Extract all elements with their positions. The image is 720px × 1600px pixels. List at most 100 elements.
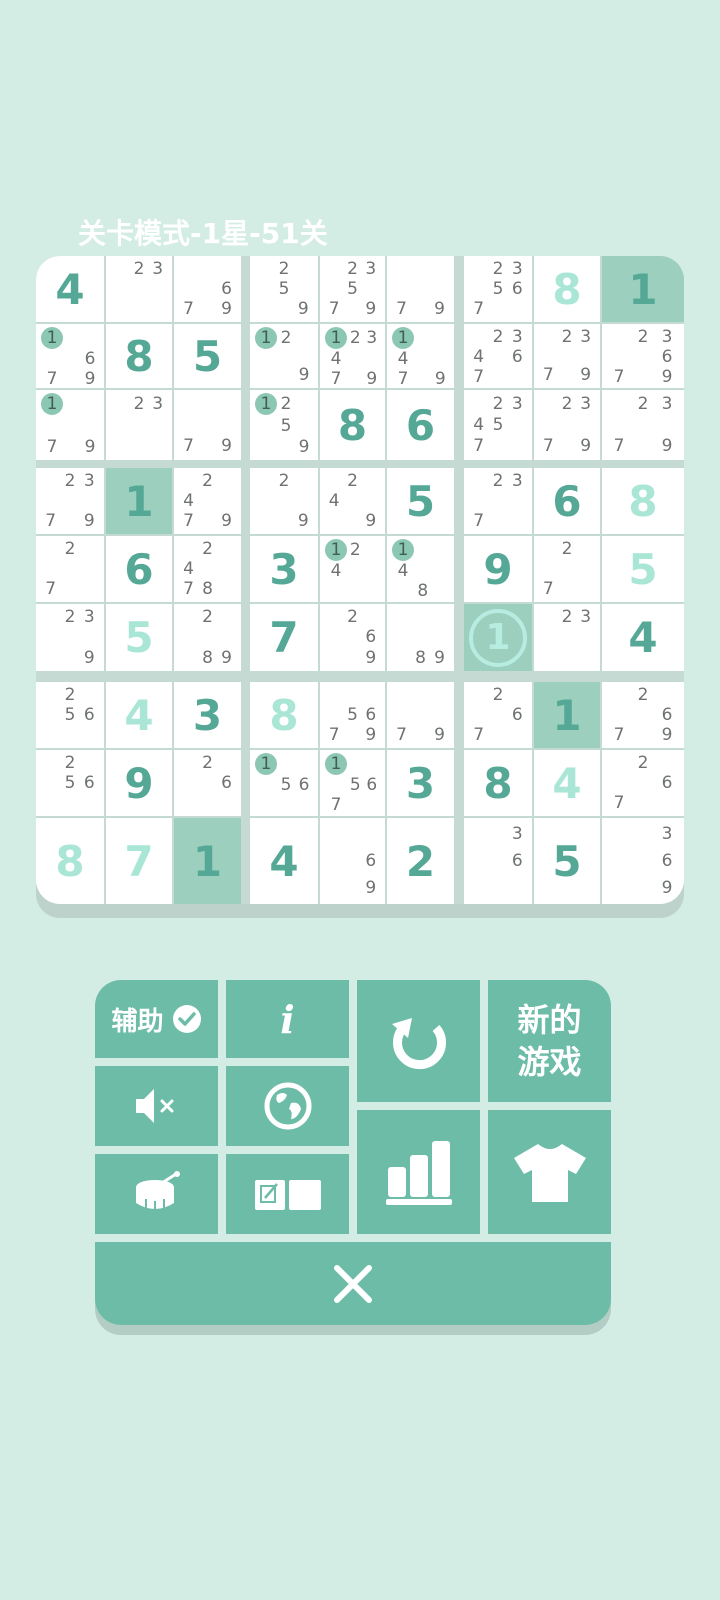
sudoku-cell[interactable]: 247 9 [174, 468, 241, 534]
sudoku-cell[interactable]: 3 [387, 750, 454, 816]
sudoku-cell[interactable]: 259 [250, 256, 318, 322]
music-button[interactable] [95, 1154, 218, 1234]
sudoku-cell[interactable]: 2 89 [174, 604, 241, 671]
sudoku-cell[interactable]: 2 [387, 818, 454, 904]
sudoku-cell[interactable]: 8 [464, 750, 532, 816]
sudoku-cell[interactable]: 6 [387, 390, 454, 460]
sudoku-cell[interactable]: 5 [387, 468, 454, 534]
sudoku-cell[interactable]: 27 [36, 536, 104, 602]
sudoku-cell[interactable]: 7 [250, 604, 318, 671]
sudoku-cell[interactable]: 26 7 [464, 682, 532, 748]
theme-button[interactable] [488, 1110, 611, 1234]
sudoku-cell[interactable]: 23 7 9 [534, 324, 600, 388]
sudoku-cell[interactable]: 23 7 [464, 468, 532, 534]
sudoku-cell[interactable]: 1 [464, 604, 532, 671]
sudoku-cell[interactable]: 5 [602, 536, 684, 602]
sudoku-cell[interactable]: 9 [106, 750, 172, 816]
sudoku-cell[interactable]: 1 [534, 682, 600, 748]
sudoku-cell[interactable]: 26 7 [602, 750, 684, 816]
candidate-digit: 2 [278, 259, 290, 279]
sudoku-cell[interactable]: 6 [534, 468, 600, 534]
sudoku-cell[interactable]: 1679 [36, 324, 104, 388]
sudoku-cell[interactable]: 23 [106, 390, 172, 460]
sudoku-cell[interactable]: 8 [36, 818, 104, 904]
sudoku-cell[interactable]: 29 [250, 468, 318, 534]
assist-button[interactable]: 辅助 [95, 980, 218, 1058]
sudoku-cell[interactable]: 24 9 [320, 468, 385, 534]
sudoku-cell[interactable]: 156 [250, 750, 318, 816]
sudoku-cell[interactable]: 23 4 6 7 [464, 324, 532, 388]
sudoku-cell[interactable]: 79 [387, 256, 454, 322]
sudoku-cell[interactable]: 6 [106, 536, 172, 602]
stats-button[interactable] [357, 1110, 480, 1234]
sudoku-cell[interactable]: 5 [106, 604, 172, 671]
language-button[interactable] [226, 1066, 349, 1146]
candidate-digit [179, 753, 198, 773]
sudoku-cell[interactable]: 56 7 9 [320, 682, 385, 748]
sudoku-cell[interactable]: 1 [174, 818, 241, 904]
candidate-notes: 124 [325, 539, 380, 599]
sudoku-cell[interactable]: 36 [464, 818, 532, 904]
sudoku-cell[interactable]: 8 [106, 324, 172, 388]
sudoku-cell[interactable]: 124 [320, 536, 385, 602]
sudoku-cell[interactable]: 1259 [250, 390, 318, 460]
candidate-digit [80, 685, 99, 705]
sudoku-cell[interactable]: 1567 [320, 750, 385, 816]
sudoku-cell[interactable]: 4 [250, 818, 318, 904]
sudoku-cell[interactable]: 23 [534, 604, 600, 671]
sudoku-cell[interactable]: 8 [602, 468, 684, 534]
sudoku-cell[interactable]: 8 [534, 256, 600, 322]
sudoku-cell[interactable]: 79 [387, 682, 454, 748]
sudoku-cell[interactable]: 3 6 9 [602, 818, 684, 904]
sudoku-cell[interactable]: 79 [174, 390, 241, 460]
sudoku-cell[interactable]: 27 [534, 536, 600, 602]
sudoku-cell[interactable]: 5 [534, 818, 600, 904]
sudoku-cell[interactable]: 26 [174, 750, 241, 816]
sudoku-cell[interactable]: 8 [320, 390, 385, 460]
sudoku-cell[interactable]: 8 [250, 682, 318, 748]
sudoku-cell[interactable]: 2478 [174, 536, 241, 602]
sudoku-cell[interactable]: 148 [387, 536, 454, 602]
sudoku-cell[interactable]: 129 [250, 324, 318, 388]
sudoku-cell[interactable]: 2357 9 [320, 256, 385, 322]
sudoku-cell[interactable]: 1 [602, 256, 684, 322]
restart-button[interactable] [357, 980, 480, 1102]
close-button[interactable] [95, 1242, 611, 1325]
sudoku-cell[interactable]: 23 [106, 256, 172, 322]
sudoku-cell[interactable]: 7 [106, 818, 172, 904]
sudoku-cell[interactable]: 9 [464, 536, 532, 602]
sudoku-cell[interactable]: 26 7 9 [602, 682, 684, 748]
sudoku-cell[interactable]: 23 7 9 [36, 468, 104, 534]
candidate-digit: 6 [365, 850, 377, 871]
sudoku-cell[interactable]: 256 [36, 750, 104, 816]
sudoku-cell[interactable]: 4 [602, 604, 684, 671]
new-game-button[interactable]: 新的 游戏 [488, 980, 611, 1102]
level-title: 关卡模式-1星-51关 [78, 217, 328, 250]
sudoku-cell[interactable]: 123 47 9 [320, 324, 385, 388]
sudoku-cell[interactable]: 4 [534, 750, 600, 816]
sudoku-cell[interactable]: 2356 7 [464, 256, 532, 322]
sound-button[interactable] [95, 1066, 218, 1146]
notes-button[interactable] [226, 1154, 349, 1234]
sudoku-cell[interactable]: 1 7 9 [36, 390, 104, 460]
sudoku-cell[interactable]: 269 [320, 604, 385, 671]
sudoku-cell[interactable]: 4 [36, 256, 104, 322]
sudoku-cell[interactable]: 69 [320, 818, 385, 904]
sudoku-cell[interactable]: 236 7 9 [602, 324, 684, 388]
sudoku-cell[interactable]: 23 9 [36, 604, 104, 671]
candidate-digit: 5 [64, 705, 76, 725]
info-button[interactable]: i [226, 980, 349, 1058]
sudoku-cell[interactable]: 3 [250, 536, 318, 602]
sudoku-cell[interactable]: 256 [36, 682, 104, 748]
sudoku-cell[interactable]: 5 [174, 324, 241, 388]
candidate-digit: 7 [473, 436, 485, 457]
sudoku-cell[interactable]: 6 7 9 [174, 256, 241, 322]
sudoku-cell[interactable]: 23 457 [464, 390, 532, 460]
sudoku-cell[interactable]: 147 9 [387, 324, 454, 388]
sudoku-cell[interactable]: 89 [387, 604, 454, 671]
sudoku-cell[interactable]: 23 7 9 [602, 390, 684, 460]
sudoku-cell[interactable]: 23 7 9 [534, 390, 600, 460]
sudoku-cell[interactable]: 1 [106, 468, 172, 534]
sudoku-cell[interactable]: 3 [174, 682, 241, 748]
sudoku-cell[interactable]: 4 [106, 682, 172, 748]
